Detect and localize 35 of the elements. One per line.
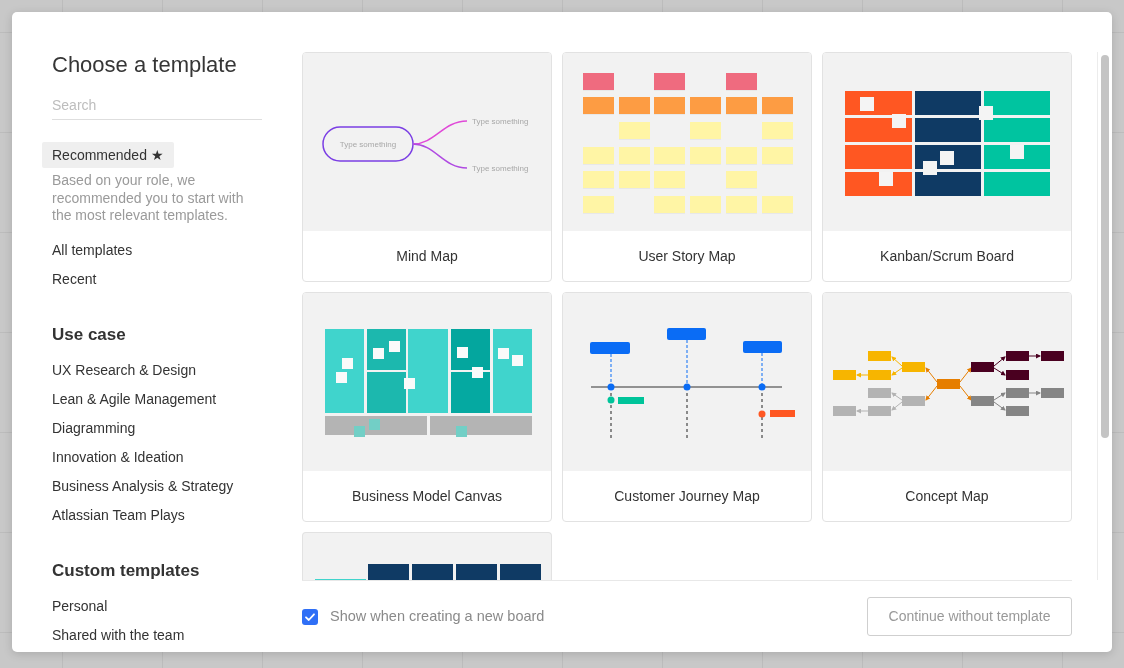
template-title: User Story Map (638, 246, 736, 266)
sidebar-item[interactable]: Innovation & Ideation (42, 444, 194, 470)
sidebar-item[interactable]: Personal (42, 593, 118, 619)
sidebar-item[interactable]: Atlassian Team Plays (42, 502, 195, 528)
dialog-title: Choose a template (52, 51, 237, 79)
template-title: Concept Map (905, 486, 989, 506)
template-card[interactable]: Type something Type something Type something Mind Map (302, 52, 552, 282)
sidebar-item[interactable]: Business Analysis & Strategy (42, 473, 244, 499)
sidebar-item[interactable]: Recent (42, 266, 107, 292)
template-card[interactable]: Kanban/Scrum Board (822, 52, 1072, 282)
template-card[interactable] (302, 532, 552, 580)
search-field[interactable]: Search (52, 90, 262, 120)
scrollbar-thumb[interactable] (1101, 55, 1109, 438)
template-card[interactable]: Business Model Canvas (302, 292, 552, 522)
sidebar-item[interactable]: UX Research & Design (42, 357, 206, 383)
recommendation-text: Based on your role, we recommended you to start with the most relevant templates. (52, 172, 245, 225)
sidebar-item[interactable]: Recommended ★ (42, 142, 174, 168)
section-heading: Use case (52, 324, 126, 346)
template-title: Mind Map (396, 246, 458, 266)
template-title: Business Model Canvas (351, 486, 503, 506)
template-card[interactable]: User Story Map (562, 52, 812, 282)
template-card[interactable]: Customer Journey Map (562, 292, 812, 522)
sidebar-item[interactable]: Shared with the team (42, 622, 195, 648)
template-title: Kanban/Scrum Board (880, 246, 1014, 266)
node-label: Type something (472, 164, 529, 173)
sidebar-item[interactable]: Diagramming (42, 415, 146, 441)
sidebar-item[interactable]: All templates (42, 237, 143, 263)
sidebar-item[interactable]: Lean & Agile Management (42, 386, 227, 412)
checkbox[interactable] (302, 608, 318, 625)
section-heading: Custom templates (52, 560, 200, 582)
template-card[interactable]: Concept Map (822, 292, 1072, 522)
checkbox-label: Show when creating a new board (330, 606, 545, 626)
node-label: Type something (472, 117, 529, 126)
node-label: Type something (339, 140, 397, 149)
template-title: Customer Journey Map (614, 486, 760, 506)
